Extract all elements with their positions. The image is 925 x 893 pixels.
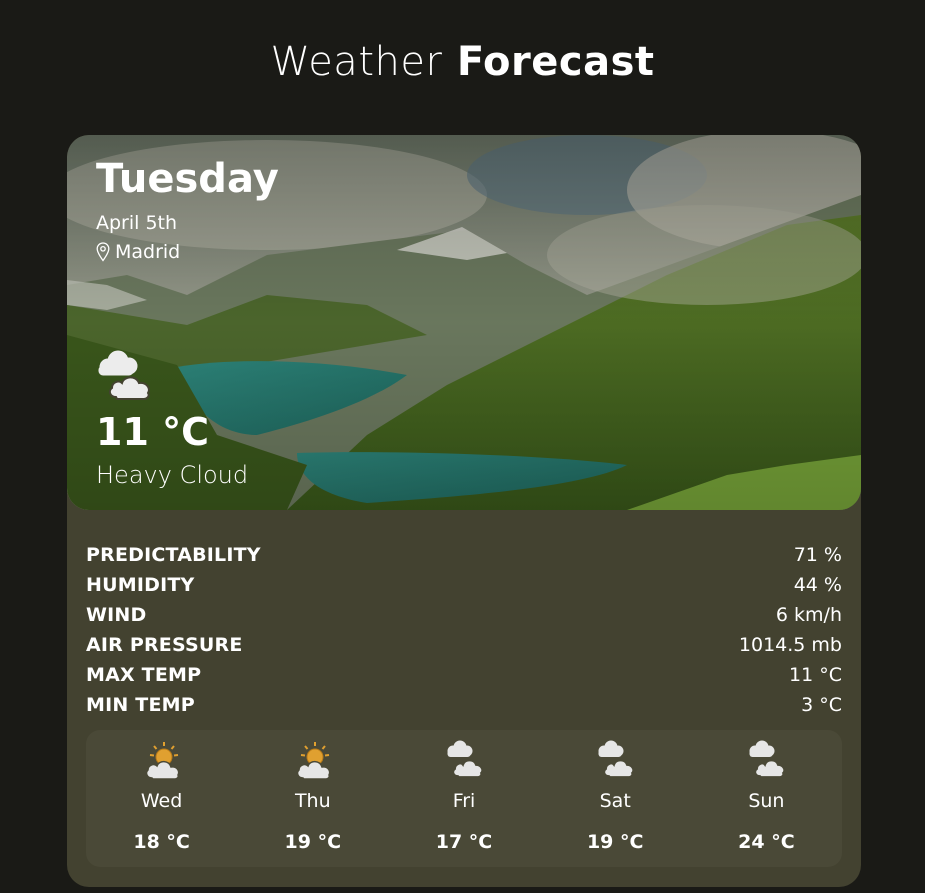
stat-label: HUMIDITY xyxy=(86,574,195,596)
forecast-day-fri[interactable]: Fri 17 °C xyxy=(388,730,539,867)
current-location: Madrid xyxy=(96,240,180,264)
stat-row-air-pressure: AIR PRESSURE 1014.5 mb xyxy=(86,630,842,660)
forecast-day-name: Sat xyxy=(599,790,631,812)
weather-card: Tuesday April 5th Madrid 11 °C Heavy Clo… xyxy=(67,135,861,887)
stat-label: WIND xyxy=(86,604,147,626)
forecast-day-temp: 17 °C xyxy=(435,831,493,853)
current-weather-hero: Tuesday April 5th Madrid 11 °C Heavy Clo… xyxy=(67,135,861,510)
stat-value: 71 % xyxy=(793,544,842,566)
forecast-panel: Wed 18 °C Thu 19 °C Fri 17 °C Sat 19 °C … xyxy=(86,730,842,867)
stat-value: 11 °C xyxy=(789,664,842,686)
forecast-day-thu[interactable]: Thu 19 °C xyxy=(237,730,388,867)
stat-row-max-temp: MAX TEMP 11 °C xyxy=(86,660,842,690)
forecast-day-temp: 18 °C xyxy=(133,831,190,853)
forecast-day-wed[interactable]: Wed 18 °C xyxy=(86,730,237,867)
forecast-day-temp: 19 °C xyxy=(586,831,644,853)
page-title-bold: Forecast xyxy=(456,39,655,85)
stat-row-wind: WIND 6 km/h xyxy=(86,600,842,630)
cloud-icon xyxy=(98,350,150,400)
forecast-day-sun[interactable]: Sun 24 °C xyxy=(691,730,842,867)
page-title: Weather Forecast xyxy=(0,38,925,86)
forecast-day-temp: 24 °C xyxy=(738,831,795,853)
sun-cloud-icon xyxy=(145,742,179,780)
forecast-day-temp: 19 °C xyxy=(284,831,342,853)
forecast-day-name: Wed xyxy=(140,790,183,812)
current-day: Tuesday xyxy=(96,156,279,202)
cloud-icon xyxy=(749,740,786,778)
stat-label: MAX TEMP xyxy=(86,664,202,686)
stat-row-min-temp: MIN TEMP 3 °C xyxy=(86,690,842,720)
stat-value: 3 °C xyxy=(801,694,842,716)
current-temperature: 11 °C xyxy=(96,410,209,454)
forecast-day-sat[interactable]: Sat 19 °C xyxy=(540,730,691,867)
sun-cloud-icon xyxy=(296,742,331,780)
forecast-day-name: Sun xyxy=(748,790,785,812)
stat-value: 44 % xyxy=(793,574,842,596)
page-title-light: Weather xyxy=(270,39,443,85)
location-pin-icon xyxy=(96,242,110,262)
stat-label: AIR PRESSURE xyxy=(86,634,243,656)
stat-row-humidity: HUMIDITY 44 % xyxy=(86,570,842,600)
cloud-icon xyxy=(598,740,635,778)
stat-value: 1014.5 mb xyxy=(738,634,842,656)
cloud-icon xyxy=(447,740,484,778)
forecast-day-name: Fri xyxy=(452,790,476,812)
stat-label: MIN TEMP xyxy=(86,694,195,716)
current-condition: Heavy Cloud xyxy=(96,461,249,489)
stat-label: PREDICTABILITY xyxy=(86,544,261,566)
forecast-day-name: Thu xyxy=(294,790,331,812)
stats-list: PREDICTABILITY 71 % HUMIDITY 44 % WIND 6… xyxy=(86,540,842,720)
stat-value: 6 km/h xyxy=(775,604,842,626)
location-label: Madrid xyxy=(115,241,181,263)
current-date: April 5th xyxy=(96,212,178,234)
stat-row-predictability: PREDICTABILITY 71 % xyxy=(86,540,842,570)
